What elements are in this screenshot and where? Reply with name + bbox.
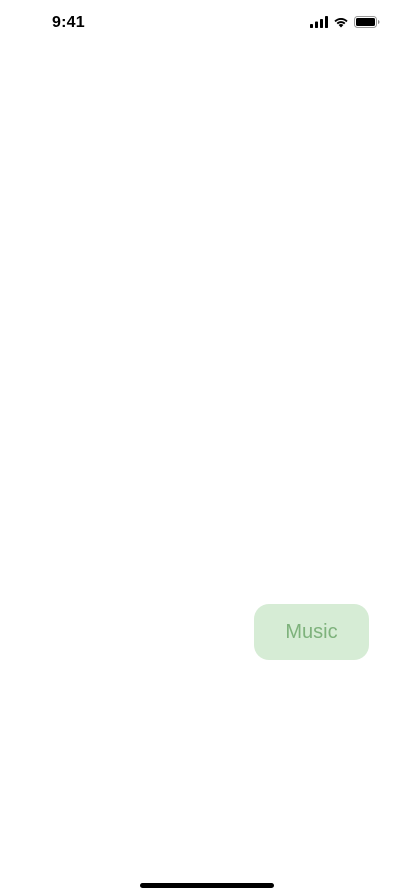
home-indicator[interactable] [140,883,274,888]
cellular-signal-icon [310,16,328,28]
music-button[interactable]: Music [254,604,369,660]
status-time: 9:41 [52,14,85,31]
battery-icon [354,16,380,28]
phone-screen: 9:41 Music [0,0,414,896]
wifi-icon [333,16,349,28]
status-icons [310,15,380,29]
status-bar: 9:41 [0,0,414,44]
